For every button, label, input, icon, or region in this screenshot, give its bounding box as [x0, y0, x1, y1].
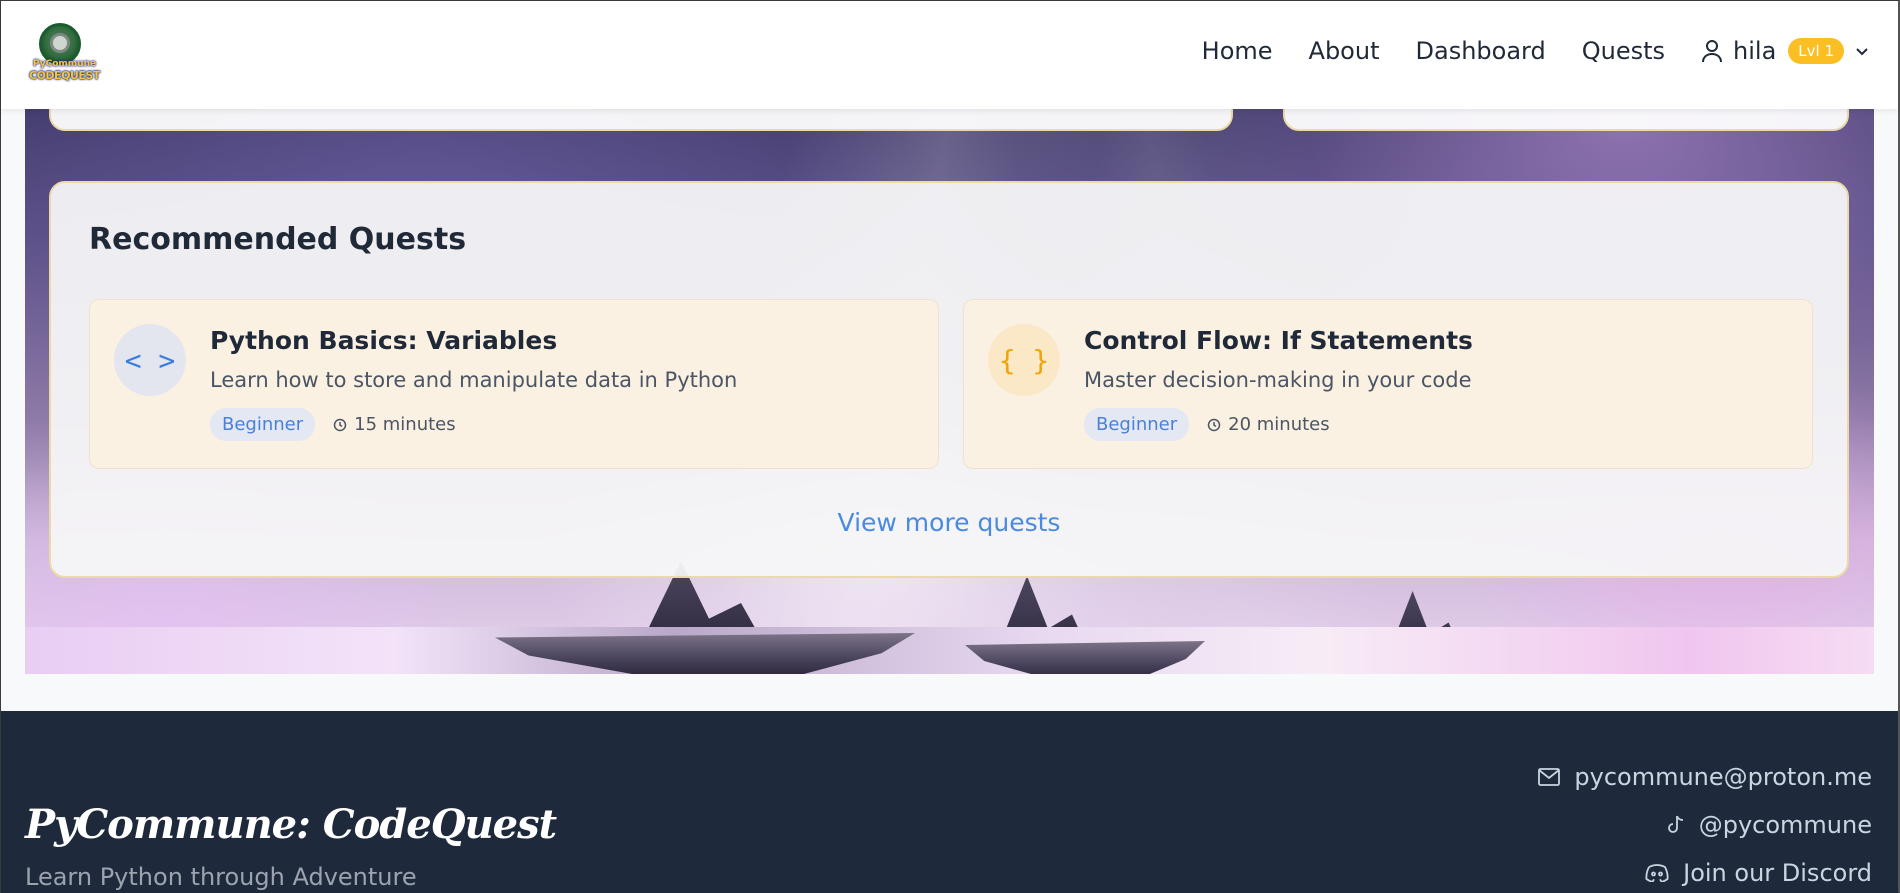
recommended-quests-panel: Recommended Quests < > Python Basics: Va… [49, 181, 1849, 578]
nav-about-link[interactable]: About [1309, 37, 1380, 65]
footer-discord-link[interactable]: Join our Discord [1645, 859, 1872, 887]
logo-text-top: PyCommune [33, 59, 97, 69]
quest-duration-text: 20 minutes [1228, 414, 1330, 435]
clock-icon [1207, 418, 1221, 431]
logo-text-bottom: CODEQUEST [29, 69, 100, 82]
quest-card-if-statements[interactable]: { } Control Flow: If Statements Master d… [963, 299, 1813, 469]
user-menu[interactable]: hila Lvl 1 [1701, 37, 1870, 65]
footer-tiktok-text: @pycommune [1698, 811, 1872, 839]
quest-duration: 15 minutes [333, 414, 456, 435]
quest-level-badge: Beginner [1084, 408, 1190, 441]
user-name: hila [1733, 37, 1777, 65]
recommended-quests-title: Recommended Quests [89, 222, 467, 257]
quest-description: Learn how to store and manipulate data i… [210, 368, 738, 392]
quest-title: Python Basics: Variables [210, 326, 558, 355]
tiktok-icon [1667, 815, 1683, 833]
user-icon [1702, 40, 1723, 63]
nav-quests-link[interactable]: Quests [1582, 37, 1665, 65]
quest-duration: 20 minutes [1207, 414, 1330, 435]
hero-horizon-strip [25, 627, 1874, 674]
footer-email-text: pycommune@proton.me [1574, 763, 1872, 791]
nav-dashboard-link[interactable]: Dashboard [1416, 37, 1546, 65]
quest-card-variables[interactable]: < > Python Basics: Variables Learn how t… [89, 299, 939, 469]
nav-home-link[interactable]: Home [1202, 37, 1273, 65]
footer-brand: PyCommune: CodeQuest [25, 801, 557, 848]
chevron-down-icon[interactable] [1854, 45, 1870, 57]
quest-duration-text: 15 minutes [354, 414, 456, 435]
view-more-quests-link[interactable]: View more quests [51, 508, 1847, 537]
site-header: PyCommune CODEQUEST Home About Dashboard… [1, 1, 1898, 109]
code-brackets-icon: < > [114, 324, 186, 396]
main-nav: Home About Dashboard Quests hila Lvl 1 [1202, 37, 1870, 65]
footer-tagline: Learn Python through Adventure [25, 863, 417, 891]
quest-meta: Beginner 20 minutes [1084, 408, 1330, 441]
footer-discord-text: Join our Discord [1683, 859, 1872, 887]
site-logo[interactable]: PyCommune CODEQUEST [29, 23, 100, 85]
discord-icon [1645, 864, 1669, 882]
curly-braces-icon: { } [988, 324, 1060, 396]
clock-icon [333, 418, 347, 431]
site-footer: PyCommune: CodeQuest Learn Python throug… [1, 711, 1898, 893]
level-badge: Lvl 1 [1788, 38, 1844, 64]
mail-icon [1538, 768, 1561, 786]
footer-tiktok-link[interactable]: @pycommune [1665, 811, 1872, 839]
quest-title: Control Flow: If Statements [1084, 326, 1473, 355]
footer-contact-links: pycommune@proton.me @pycommune Join our … [1538, 763, 1872, 887]
quest-description: Master decision-making in your code [1084, 368, 1472, 392]
quest-meta: Beginner 15 minutes [210, 408, 456, 441]
footer-email-link[interactable]: pycommune@proton.me [1538, 763, 1872, 791]
quest-level-badge: Beginner [210, 408, 316, 441]
